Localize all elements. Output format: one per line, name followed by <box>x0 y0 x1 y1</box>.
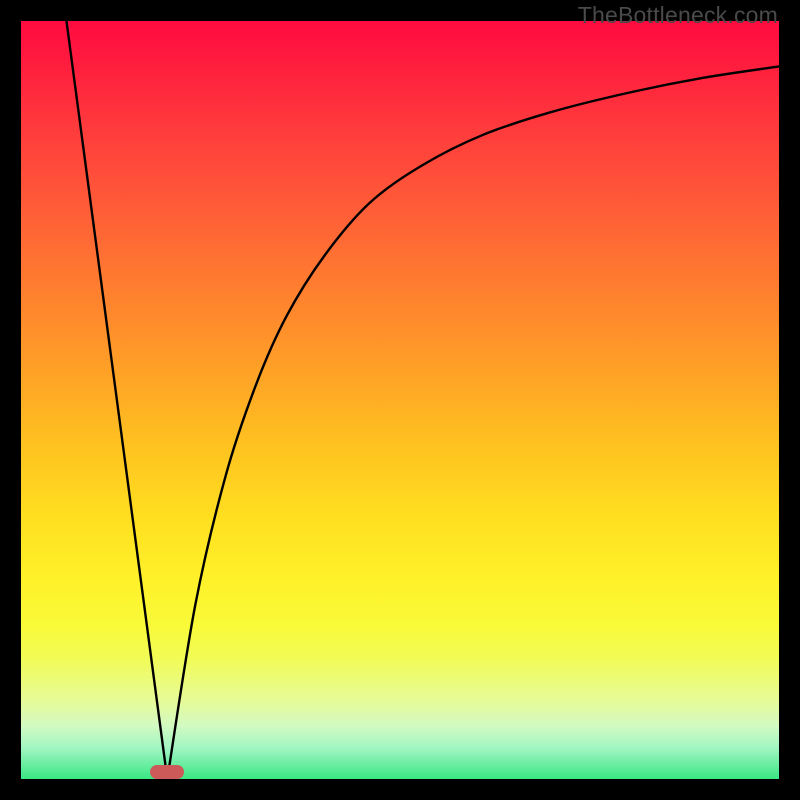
plot-area <box>21 21 779 779</box>
bottleneck-curve <box>21 21 779 779</box>
watermark-text: TheBottleneck.com <box>578 2 778 29</box>
optimum-marker <box>150 765 184 779</box>
